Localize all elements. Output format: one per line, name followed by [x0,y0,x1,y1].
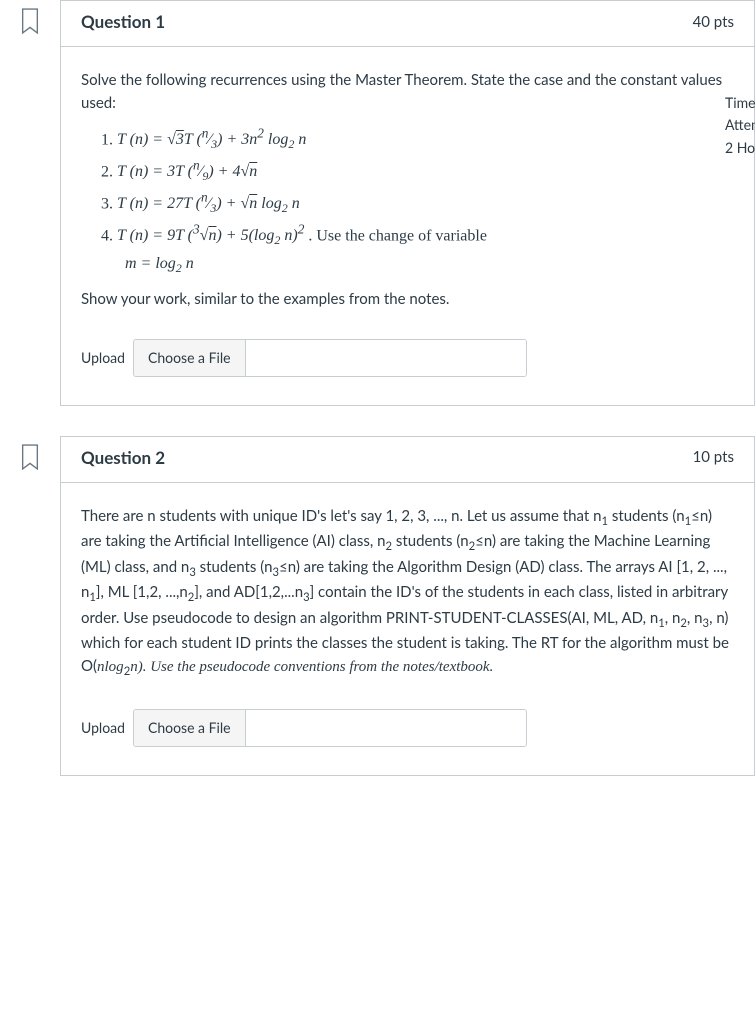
file-upload-widget: Choose a File [133,709,527,747]
question-points: 40 pts [693,13,734,31]
sidebar-remaining: 2 Hours [725,137,755,159]
question-outro: Show your work, similar to the examples … [81,288,734,311]
rec-3-math: T (n) = 27T (n⁄3) + √n log2 n [117,195,300,212]
choose-file-button[interactable]: Choose a File [134,710,246,746]
rec-4-sub: m = log2 n [125,255,194,272]
rec-1-num: 1. [101,131,117,148]
recurrence-list: 1. T (n) = √3T (n⁄3) + 3n2 log2 n 2. T (… [81,124,734,278]
choose-file-button[interactable]: Choose a File [134,340,246,376]
bookmark-icon[interactable] [19,8,41,38]
quiz-sidebar: Time Elapsed: Attempt due: 2 Hours [725,92,755,159]
sidebar-attempt-label: Attempt due: [725,114,755,136]
upload-label: Upload [81,717,125,739]
bookmark-icon[interactable] [19,444,41,474]
rec-4-tail: . Use the change of variable [308,227,487,244]
rec-1-math: T (n) = √3T (n⁄3) + 3n2 log2 n [117,131,306,148]
question-points: 10 pts [693,448,734,466]
file-name-input[interactable] [246,340,526,376]
question-card-1: Question 1 40 pts Solve the following re… [60,0,755,406]
question-title: Question 2 [81,447,165,468]
upload-label: Upload [81,347,125,369]
rec-4-num: 4. [101,227,117,244]
question-title: Question 1 [81,11,165,32]
question-card-2: Question 2 10 pts There are n students w… [60,436,755,776]
rec-2-math: T (n) = 3T (n⁄9) + 4√n [117,163,257,180]
rec-4-math: T (n) = 9T (3√n) + 5(log2 n)2 [117,227,304,244]
rec-3-num: 3. [101,195,117,212]
rec-2-num: 2. [101,163,117,180]
question-2-body: There are n students with unique ID's le… [81,505,734,681]
file-name-input[interactable] [246,710,526,746]
file-upload-widget: Choose a File [133,339,527,377]
question-intro: Solve the following recurrences using th… [81,69,734,116]
sidebar-time-label: Time Elapsed: [725,92,755,114]
